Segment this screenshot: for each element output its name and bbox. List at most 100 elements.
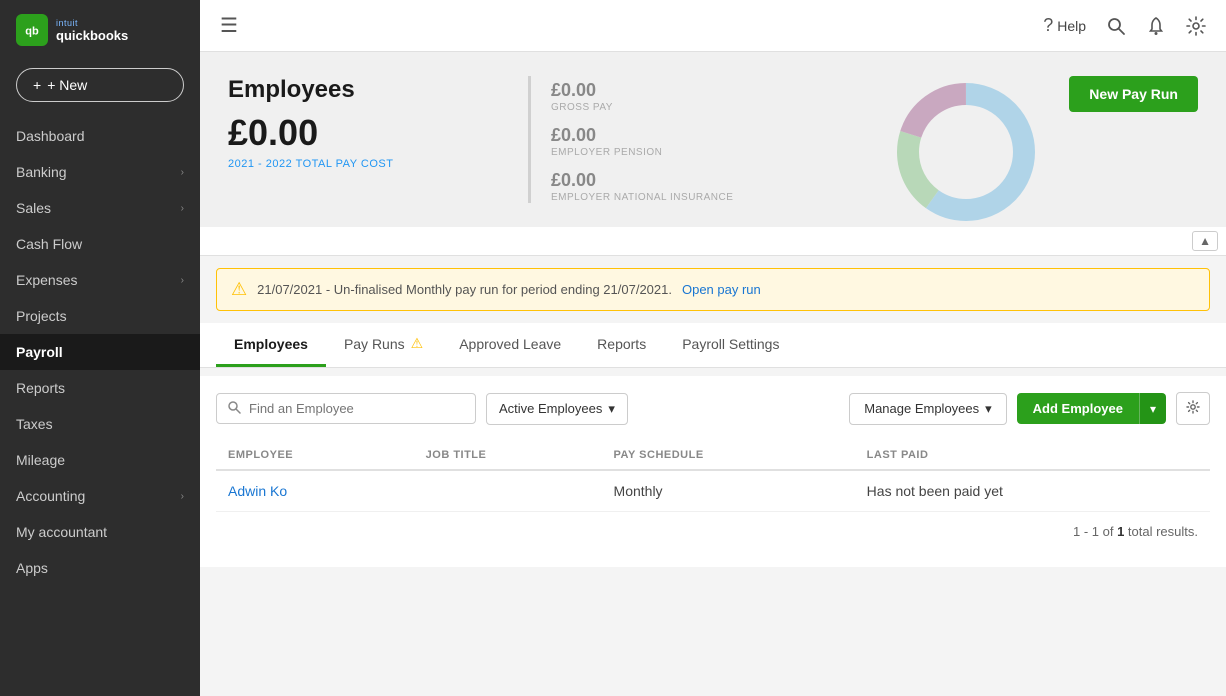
active-employees-label: Active Employees — [499, 401, 602, 416]
logo-icon: qb — [16, 14, 48, 46]
stat-gross-pay: £0.00 GROSS PAY — [551, 80, 733, 113]
gear-icon — [1186, 401, 1200, 417]
sidebar-item-label: Taxes — [16, 416, 53, 432]
chevron-right-icon: › — [181, 167, 184, 178]
table-header-row: Employee Job Title Pay Schedule Last Pai… — [216, 441, 1210, 470]
sidebar-item-my-accountant[interactable]: My accountant — [0, 514, 200, 550]
warning-banner: ⚠ 21/07/2021 - Un-finalised Monthly pay … — [216, 268, 1210, 311]
search-button[interactable] — [1106, 16, 1126, 36]
tab-payroll-settings[interactable]: Payroll Settings — [664, 324, 797, 367]
sidebar-item-label: Projects — [16, 308, 67, 324]
tab-approved-leave[interactable]: Approved Leave — [441, 324, 579, 367]
sidebar-item-banking[interactable]: Banking › — [0, 154, 200, 190]
add-employee-button[interactable]: Add Employee — [1017, 393, 1139, 424]
sidebar-item-taxes[interactable]: Taxes — [0, 406, 200, 442]
topbar-right: ? Help — [1043, 15, 1206, 36]
sidebar-item-accounting[interactable]: Accounting › — [0, 478, 200, 514]
tab-reports[interactable]: Reports — [579, 324, 664, 367]
topbar: ☰ ? Help — [200, 0, 1226, 52]
sidebar-item-projects[interactable]: Projects — [0, 298, 200, 334]
question-circle-icon: ? — [1043, 15, 1053, 36]
chevron-right-icon: › — [181, 275, 184, 286]
tab-employees-label: Employees — [234, 336, 308, 352]
collapse-button[interactable]: ▲ — [1192, 231, 1218, 251]
svg-text:qb: qb — [25, 26, 39, 38]
page-title: Employees — [228, 76, 488, 104]
sidebar-item-label: Cash Flow — [16, 236, 82, 252]
tab-pay-runs-label: Pay Runs — [344, 336, 405, 352]
tab-payroll-settings-label: Payroll Settings — [682, 336, 779, 352]
content-area: Employees £0.00 2021 - 2022 TOTAL PAY CO… — [200, 52, 1226, 696]
tab-employees[interactable]: Employees — [216, 324, 326, 367]
sidebar-item-label: Reports — [16, 380, 65, 396]
sidebar-item-label: Mileage — [16, 452, 65, 468]
chevron-right-icon: › — [181, 491, 184, 502]
menu-icon[interactable]: ☰ — [220, 13, 238, 38]
header-panel: Employees £0.00 2021 - 2022 TOTAL PAY CO… — [200, 52, 1226, 227]
job-title-cell — [414, 470, 602, 512]
sidebar-item-apps[interactable]: Apps — [0, 550, 200, 586]
last-paid-cell: Has not been paid yet — [855, 470, 1210, 512]
donut-svg — [886, 72, 1046, 232]
stat-employer-pension: £0.00 EMPLOYER PENSION — [551, 125, 733, 158]
chevron-down-icon: ▾ — [608, 401, 615, 417]
tabs-container: Employees Pay Runs ⚠ Approved Leave Repo… — [200, 323, 1226, 368]
new-button[interactable]: + + New — [16, 68, 184, 102]
main-content: ☰ ? Help — [200, 0, 1226, 696]
sidebar-item-sales[interactable]: Sales › — [0, 190, 200, 226]
header-stats: £0.00 GROSS PAY £0.00 EMPLOYER PENSION £… — [528, 76, 733, 203]
sidebar-item-cashflow[interactable]: Cash Flow — [0, 226, 200, 262]
employer-pension-value: £0.00 — [551, 125, 733, 146]
open-pay-run-link[interactable]: Open pay run — [682, 282, 761, 297]
employee-name-cell: Adwin Ko — [216, 470, 414, 512]
tab-reports-label: Reports — [597, 336, 646, 352]
stat-employer-ni: £0.00 EMPLOYER NATIONAL INSURANCE — [551, 170, 733, 203]
employees-table-area: Active Employees ▾ Manage Employees ▾ Ad… — [200, 376, 1226, 567]
active-employees-dropdown[interactable]: Active Employees ▾ — [486, 393, 628, 425]
search-input[interactable] — [249, 401, 449, 416]
pay-runs-warning-icon: ⚠ — [411, 335, 424, 352]
results-text: 1 - 1 of — [1073, 524, 1117, 539]
table-settings-button[interactable] — [1176, 392, 1210, 425]
logo-text: intuit quickbooks — [56, 18, 128, 43]
col-employee: Employee — [216, 441, 414, 470]
manage-employees-label: Manage Employees — [864, 401, 979, 416]
add-employee-dropdown-button[interactable]: ▾ — [1139, 393, 1166, 424]
new-pay-run-button[interactable]: New Pay Run — [1069, 76, 1198, 112]
chevron-right-icon: › — [181, 203, 184, 214]
col-job-title: Job Title — [414, 441, 602, 470]
sidebar-item-payroll[interactable]: Payroll — [0, 334, 200, 370]
chevron-down-icon: ▾ — [1150, 402, 1156, 416]
pay-schedule-cell: Monthly — [602, 470, 855, 512]
logo-area: qb intuit quickbooks — [0, 0, 200, 60]
col-last-paid: Last Paid — [855, 441, 1210, 470]
settings-button[interactable] — [1186, 16, 1206, 36]
employer-ni-label: EMPLOYER NATIONAL INSURANCE — [551, 192, 733, 203]
table-body: Adwin Ko Monthly Has not been paid yet — [216, 470, 1210, 512]
quickbooks-logo: qb intuit quickbooks — [16, 14, 128, 46]
total-subtitle: 2021 - 2022 TOTAL PAY COST — [228, 158, 488, 170]
warning-text: 21/07/2021 - Un-finalised Monthly pay ru… — [257, 282, 672, 297]
chevron-down-icon: ▾ — [985, 401, 992, 417]
sidebar-item-dashboard[interactable]: Dashboard — [0, 118, 200, 154]
help-button[interactable]: ? Help — [1043, 15, 1086, 36]
sidebar: qb intuit quickbooks + + New Dashboard B… — [0, 0, 200, 696]
search-icon — [227, 400, 241, 417]
results-count: 1 - 1 of 1 total results. — [216, 512, 1210, 551]
employee-name-link[interactable]: Adwin Ko — [228, 483, 287, 499]
employer-ni-value: £0.00 — [551, 170, 733, 191]
tab-pay-runs[interactable]: Pay Runs ⚠ — [326, 323, 441, 367]
filter-bar: Active Employees ▾ Manage Employees ▾ Ad… — [216, 392, 1210, 425]
sidebar-item-label: Banking — [16, 164, 67, 180]
tab-approved-leave-label: Approved Leave — [459, 336, 561, 352]
sidebar-item-reports[interactable]: Reports — [0, 370, 200, 406]
sidebar-item-label: Apps — [16, 560, 48, 576]
filter-bar-right: Manage Employees ▾ Add Employee ▾ — [849, 392, 1210, 425]
manage-employees-button[interactable]: Manage Employees ▾ — [849, 393, 1006, 425]
sidebar-item-expenses[interactable]: Expenses › — [0, 262, 200, 298]
collapse-bar: ▲ — [200, 227, 1226, 256]
sidebar-item-mileage[interactable]: Mileage — [0, 442, 200, 478]
col-pay-schedule: Pay Schedule — [602, 441, 855, 470]
notifications-button[interactable] — [1146, 16, 1166, 36]
sidebar-item-label: Accounting — [16, 488, 85, 504]
